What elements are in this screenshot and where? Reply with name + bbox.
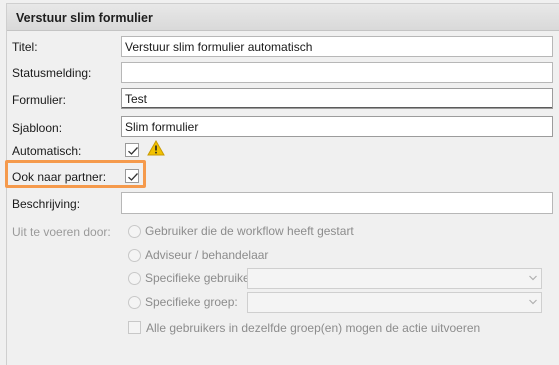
radio-specifieke-gebruiker-label: Specifieke gebruiker: [145,271,258,285]
radio-specifieke-groep[interactable] [128,296,141,309]
alle-gebruikers-checkbox[interactable] [128,321,141,334]
radio-workflow-starter[interactable] [128,225,141,238]
radio-workflow-starter-label: Gebruiker die de workflow heeft gestart [145,224,354,238]
titel-input[interactable]: Verstuur slim formulier automatisch [121,36,553,57]
uitvoeren-label: Uit te voeren door: [12,225,111,239]
ook-naar-partner-checkbox[interactable] [125,169,139,183]
formulier-dropdown[interactable]: Test [121,88,553,109]
statusmelding-input[interactable] [121,62,553,83]
panel-title: Verstuur slim formulier [16,11,153,25]
chevron-down-icon [529,299,537,305]
beschrijving-label: Beschrijving: [12,197,81,211]
beschrijving-input[interactable] [121,192,553,214]
formulier-underline [122,107,552,108]
titel-label: Titel: [12,40,38,54]
checkmark-icon [128,173,138,181]
specifieke-gebruiker-select[interactable] [247,268,542,289]
statusmelding-label: Statusmelding: [12,66,92,80]
chevron-down-icon [529,275,537,281]
specifieke-groep-select[interactable] [247,292,542,313]
sjabloon-dropdown[interactable]: Slim formulier [121,116,553,137]
automatisch-checkbox[interactable] [125,143,139,157]
sjabloon-label: Sjabloon: [12,121,63,135]
alle-gebruikers-label: Alle gebruikers in dezelfde groep(en) mo… [146,321,481,335]
formulier-label: Formulier: [12,93,67,107]
sjabloon-value: Slim formulier [125,120,199,134]
radio-adviseur[interactable] [128,249,141,262]
checkmark-icon [128,147,138,155]
panel-header: Verstuur slim formulier [7,4,559,31]
automatisch-label: Automatisch: [12,144,82,158]
warning-icon [147,140,165,156]
radio-specifieke-gebruiker[interactable] [128,272,141,285]
radio-specifieke-groep-label: Specifieke groep: [145,295,238,309]
ook-naar-partner-label: Ook naar partner: [12,170,107,184]
formulier-value: Test [125,92,148,106]
radio-adviseur-label: Adviseur / behandelaar [145,248,269,262]
